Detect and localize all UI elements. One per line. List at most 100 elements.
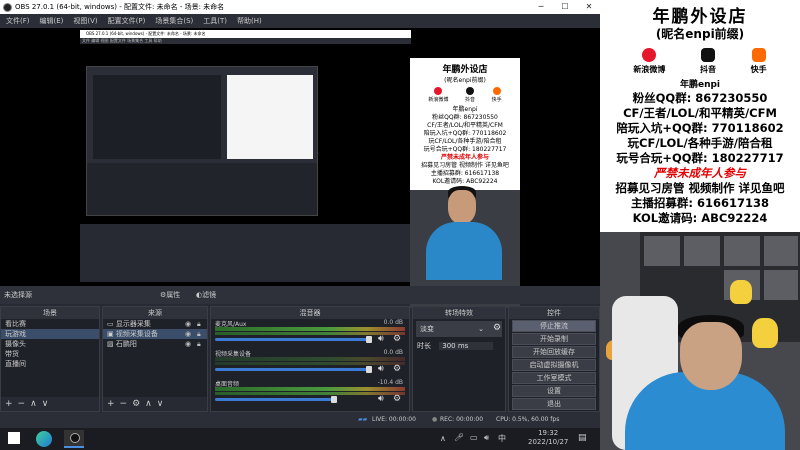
shelf-cell	[684, 236, 720, 266]
filters-button[interactable]: ◐滤镜	[196, 289, 216, 301]
replay-buffer-button[interactable]: 开始回放缓存	[512, 346, 596, 358]
virtual-camera-button[interactable]: 启动虚拟摄像机	[512, 359, 596, 371]
scene-item[interactable]: 看比赛	[1, 319, 99, 329]
maximize-button[interactable]: ☐	[554, 0, 576, 14]
volume-fader[interactable]	[215, 368, 370, 371]
menu-file[interactable]: 文件(F)	[6, 16, 30, 26]
nested-poster-kol: KOL邀请码: ABC92224	[432, 178, 498, 185]
poster-title: 年鹏外设店	[652, 7, 748, 27]
minimize-button[interactable]: ─	[530, 0, 552, 14]
window-title: OBS 27.0.1 (64-bit, windows) - 配置文件: 未命名…	[15, 3, 225, 11]
clock[interactable]: 19:32 2022/10/27	[528, 429, 568, 447]
remove-icon[interactable]: −	[120, 399, 133, 409]
lock-icon[interactable]: 🔒︎	[197, 339, 201, 349]
add-icon[interactable]: +	[107, 399, 120, 409]
scene-item[interactable]: 直播间	[1, 359, 99, 369]
transition-select[interactable]: 淡变 ⌄	[416, 321, 502, 337]
scenes-header: 场景	[1, 307, 99, 319]
source-toolbar: 未选择源 ⚙属性 ◐滤镜	[0, 286, 600, 304]
exit-button[interactable]: 退出	[512, 398, 596, 410]
poster-name: 年鹏enpi	[679, 80, 721, 90]
deep-preview	[93, 75, 221, 159]
source-item[interactable]: ▭ 显示器采集 ◉ 🔒︎	[103, 319, 207, 329]
eye-icon[interactable]: ◉	[185, 339, 191, 349]
obs-logo-icon	[3, 2, 12, 12]
fader-knob[interactable]	[366, 366, 372, 373]
start-recording-button[interactable]: 开始录制	[512, 333, 596, 345]
nested-streamer-head	[448, 190, 476, 224]
volume-tray-icon[interactable]: 🔊︎	[484, 433, 489, 443]
edge-browser-icon[interactable]	[36, 431, 52, 447]
speaker-icon[interactable]: 🔊︎	[378, 394, 384, 404]
eye-icon[interactable]: ◉	[185, 329, 191, 339]
down-icon[interactable]: ∨	[157, 399, 169, 409]
windows-start-icon[interactable]	[8, 432, 20, 444]
monitor-icon: ▭	[107, 320, 116, 328]
notification-icon[interactable]: ▤	[578, 433, 587, 443]
menu-profile[interactable]: 配置文件(P)	[108, 16, 146, 26]
studio-mode-button[interactable]: 工作室模式	[512, 372, 596, 384]
gear-icon[interactable]: ⚙	[393, 364, 401, 374]
channel-db: 0.0 dB	[383, 349, 403, 356]
shelf-cell	[764, 236, 798, 266]
speaker-icon[interactable]: 🔊︎	[378, 364, 384, 374]
fader-knob[interactable]	[331, 396, 337, 403]
gear-icon[interactable]: ⚙	[393, 394, 401, 404]
down-icon[interactable]: ∨	[42, 399, 54, 409]
menu-help[interactable]: 帮助(H)	[237, 16, 262, 26]
nested-poster-warning: 严禁未成年人参与	[440, 154, 489, 161]
add-icon[interactable]: +	[5, 399, 18, 409]
weibo-icon	[642, 48, 657, 62]
menu-edit[interactable]: 编辑(E)	[40, 16, 64, 26]
kuaishou-icon	[492, 87, 501, 95]
gear-icon[interactable]: ⚙	[493, 323, 501, 333]
deep-capture	[86, 66, 318, 216]
poster-kol: KOL邀请码: ABC92224	[632, 211, 768, 225]
chevron-up-icon[interactable]: ∧	[440, 434, 446, 443]
ime-icon[interactable]: 中	[498, 433, 506, 444]
weibo-label: 新浪微博	[633, 65, 666, 74]
gear-icon[interactable]: ⚙	[393, 334, 401, 344]
stop-streaming-button[interactable]: 停止推流	[512, 320, 596, 332]
poster-social-icons: 新浪微博 抖音 快手	[616, 48, 784, 75]
transition-type: 淡变	[420, 325, 434, 333]
source-item-selected[interactable]: ▣ 视频采集设备 ◉ 🔒︎	[103, 329, 207, 339]
scene-item[interactable]: 摄像头	[1, 339, 99, 349]
menu-scene-collection[interactable]: 场景集合(S)	[155, 16, 193, 26]
sources-dock: 来源 ▭ 显示器采集 ◉ 🔒︎ ▣ 视频采集设备 ◉ 🔒︎ ▨ 石鹏阳 ◉ 🔒︎ +−⚙∧∨	[102, 306, 208, 412]
remove-icon[interactable]: −	[18, 399, 31, 409]
menu-view[interactable]: 视图(V)	[73, 16, 97, 26]
fader-knob[interactable]	[366, 336, 372, 343]
poster-line: 玩号合玩+QQ群: 180227717	[616, 151, 784, 165]
microphone-icon[interactable]: 🎤︎	[454, 433, 464, 442]
source-item[interactable]: ▨ 石鹏阳 ◉ 🔒︎	[103, 339, 207, 349]
rec-dot-icon: ●	[432, 416, 438, 423]
scene-item-selected[interactable]: 玩游戏	[1, 329, 99, 339]
nested-title: OBS 27.0.1 (64-bit, windows) - 配置文件: 未命名…	[80, 30, 411, 38]
eye-icon[interactable]: ◉	[185, 319, 191, 329]
nested-poster: 年鹏外设店 (昵名enpi前缀) 新浪微博 抖音 快手 年鹏enpi 粉丝QQ群…	[410, 58, 520, 190]
kuaishou-icon	[751, 48, 766, 62]
speaker-icon[interactable]: 🔊︎	[378, 334, 384, 344]
up-icon[interactable]: ∧	[30, 399, 42, 409]
chevron-down-icon: ⌄	[478, 325, 484, 333]
mixer-channel: 视频采集设备 0.0 dB 🔊︎ ⚙	[211, 349, 409, 379]
duration-input[interactable]: 300 ms	[439, 342, 494, 350]
obs-logo-icon	[70, 433, 80, 443]
volume-fader[interactable]	[215, 398, 335, 401]
lock-icon[interactable]: 🔒︎	[197, 319, 201, 329]
image-icon: ▨	[107, 340, 116, 348]
volume-fader[interactable]	[215, 338, 370, 341]
menu-tools[interactable]: 工具(T)	[203, 16, 227, 26]
preview-canvas[interactable]: OBS 27.0.1 (64-bit, windows) - 配置文件: 未命名…	[0, 28, 600, 308]
up-icon[interactable]: ∧	[145, 399, 157, 409]
network-tray-icon[interactable]: ▭	[470, 433, 478, 442]
settings-button[interactable]: 设置	[512, 385, 596, 397]
scene-item[interactable]: 带货	[1, 349, 99, 359]
close-button[interactable]: ✕	[578, 0, 600, 14]
status-bar: ▰▰ LIVE: 00:00:00 ● REC: 00:00:00 CPU: 0…	[0, 412, 600, 428]
lock-icon[interactable]: 🔒︎	[197, 329, 201, 339]
gear-icon[interactable]: ⚙	[132, 399, 145, 409]
poster-subtitle: (昵名enpi前缀)	[655, 27, 745, 41]
properties-button[interactable]: ⚙属性	[160, 289, 180, 301]
